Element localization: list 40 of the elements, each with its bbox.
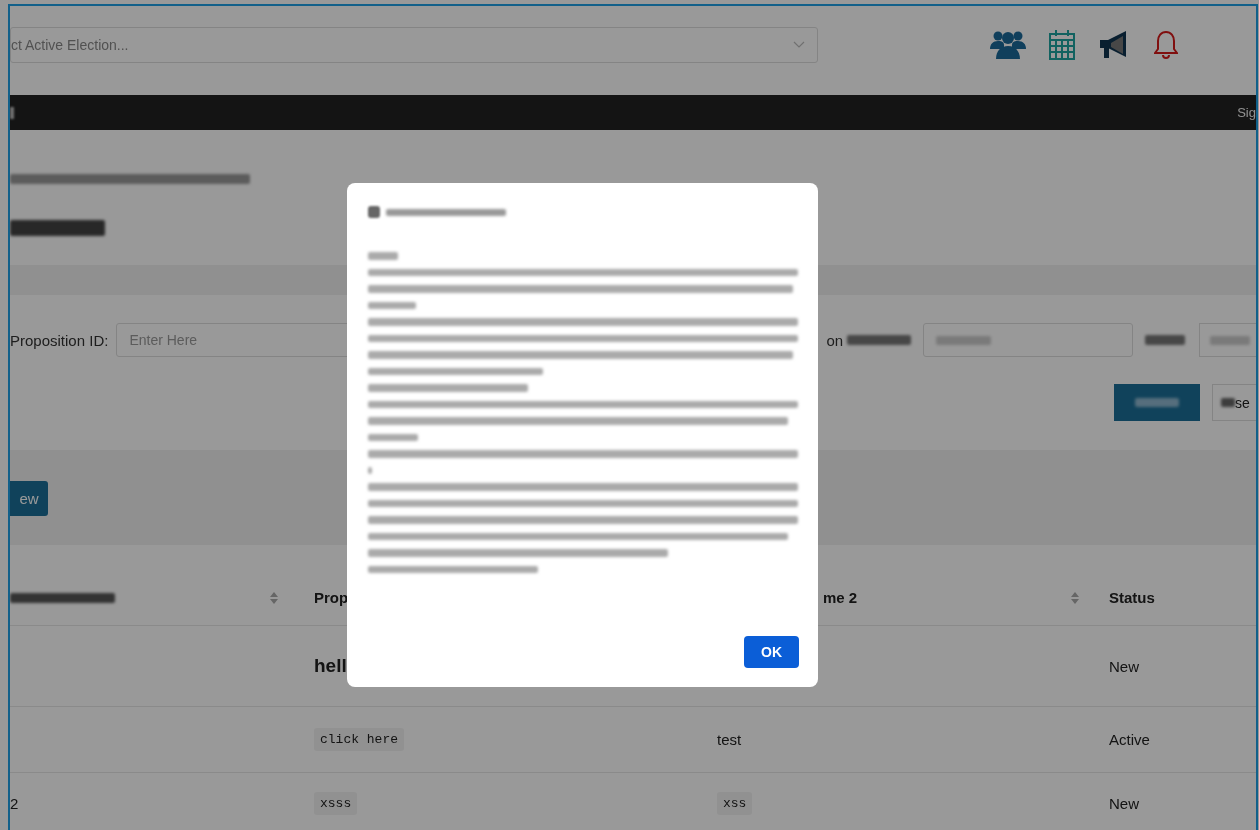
sort-icon[interactable]: [270, 591, 278, 604]
users-icon[interactable]: [990, 29, 1026, 61]
table-cell: hell: [314, 655, 347, 677]
field-label: Proposition ID:: [10, 331, 109, 349]
ok-button[interactable]: OK: [744, 636, 799, 668]
bell-icon[interactable]: [1154, 30, 1178, 60]
status-select[interactable]: [1198, 323, 1256, 357]
column-header: Prop: [314, 589, 349, 606]
blurred-text: [1209, 335, 1250, 345]
blurred-text: [847, 335, 912, 345]
blurred-text: [368, 252, 398, 260]
table-cell: Active: [1109, 731, 1150, 748]
search-button[interactable]: [1114, 384, 1200, 421]
blurred-text: [368, 433, 418, 441]
table-cell: New: [1109, 794, 1139, 812]
table-cell: xss: [717, 791, 753, 815]
blurred-text: [936, 335, 992, 345]
field-label: on: [826, 331, 844, 349]
column-header: Status: [1109, 589, 1155, 606]
table-cell: click here: [314, 728, 404, 751]
table-cell: 2: [10, 794, 19, 812]
blurred-text: [1145, 335, 1185, 345]
blurred-text: [368, 301, 416, 309]
blurred-text: [1221, 398, 1235, 407]
reset-label: se: [1235, 394, 1250, 411]
table-cell: xsss: [314, 791, 358, 815]
blurred-text: [1135, 398, 1179, 407]
column-header: me 2: [823, 589, 858, 606]
favicon-icon: [368, 206, 380, 218]
table-cell: test: [717, 731, 742, 748]
table-cell: New: [1109, 657, 1139, 675]
blurred-text: [368, 466, 372, 474]
reset-button[interactable]: se: [1212, 384, 1256, 421]
sign-link[interactable]: Sig: [1237, 105, 1256, 120]
calendar-icon[interactable]: [1048, 29, 1076, 61]
new-button[interactable]: ew: [10, 481, 48, 516]
name-input[interactable]: [923, 323, 1134, 357]
sort-icon[interactable]: [1071, 591, 1079, 604]
chevron-down-icon: [793, 41, 805, 49]
blurred-text: [10, 106, 14, 119]
